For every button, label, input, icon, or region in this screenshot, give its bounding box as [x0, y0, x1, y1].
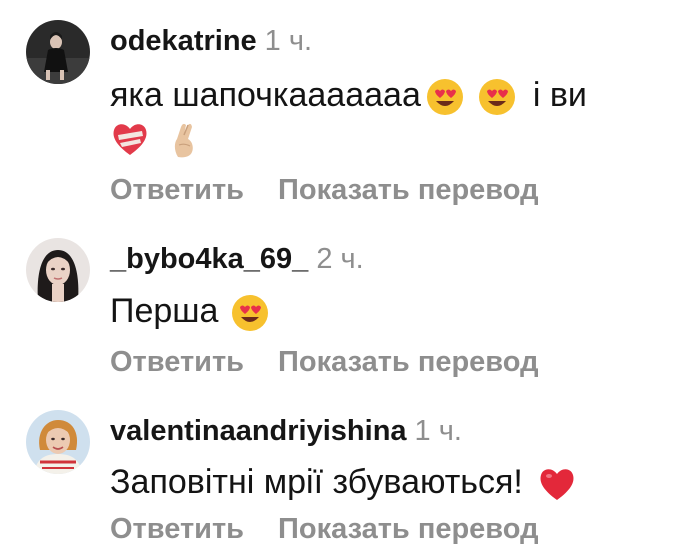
comment-time: 1 ч. [414, 415, 462, 447]
comment-text: Заповітні мрії збуваються! [110, 460, 577, 504]
comment-text-part: Перша [110, 292, 219, 330]
red-heart-emoji [537, 464, 577, 504]
comment-text: Перша [110, 289, 270, 333]
heart-eyes-emoji [425, 77, 465, 117]
reply-button[interactable]: Ответить [110, 345, 244, 379]
crossed-fingers-emoji [164, 119, 204, 159]
comment-header: _bybo4ka_69_ 2 ч. [110, 242, 364, 276]
show-translation-button[interactable]: Показать перевод [278, 512, 538, 546]
show-translation-button[interactable]: Показать перевод [278, 345, 538, 379]
reply-button[interactable]: Ответить [110, 173, 244, 207]
avatar-image [26, 20, 90, 84]
comment-actions: Ответить Показать перевод [110, 173, 573, 207]
heart-eyes-emoji [230, 293, 270, 333]
show-translation-button[interactable]: Показать перевод [278, 173, 538, 207]
username[interactable]: _bybo4ka_69_ [110, 243, 308, 275]
comment-text: яка шапочкаааааaa і ви [110, 73, 587, 117]
comment-actions: Ответить Показать перевод [110, 512, 573, 546]
mending-heart-emoji [110, 119, 150, 159]
comment-time: 1 ч. [264, 25, 313, 57]
comment-actions: Ответить Показать перевод [110, 345, 573, 379]
avatar-image [26, 238, 90, 302]
comment-time: 2 ч. [316, 243, 364, 275]
avatar-image [26, 410, 90, 474]
avatar[interactable] [26, 410, 90, 474]
comment-header: odekatrine 1 ч. [110, 24, 312, 58]
comment-header: valentinaandriyishina 1 ч. [110, 414, 462, 448]
comment-text-part: Заповітні мрії збуваються! [110, 463, 523, 501]
comment-text-part: і ви [532, 76, 587, 114]
reply-button[interactable]: Ответить [110, 512, 244, 546]
comment-text-part: яка шапочкаааааaa [110, 76, 421, 114]
comment-text-line [110, 115, 204, 159]
avatar[interactable] [26, 20, 90, 84]
heart-eyes-emoji [477, 77, 517, 117]
username[interactable]: odekatrine [110, 25, 257, 57]
avatar[interactable] [26, 238, 90, 302]
username[interactable]: valentinaandriyishina [110, 415, 407, 447]
